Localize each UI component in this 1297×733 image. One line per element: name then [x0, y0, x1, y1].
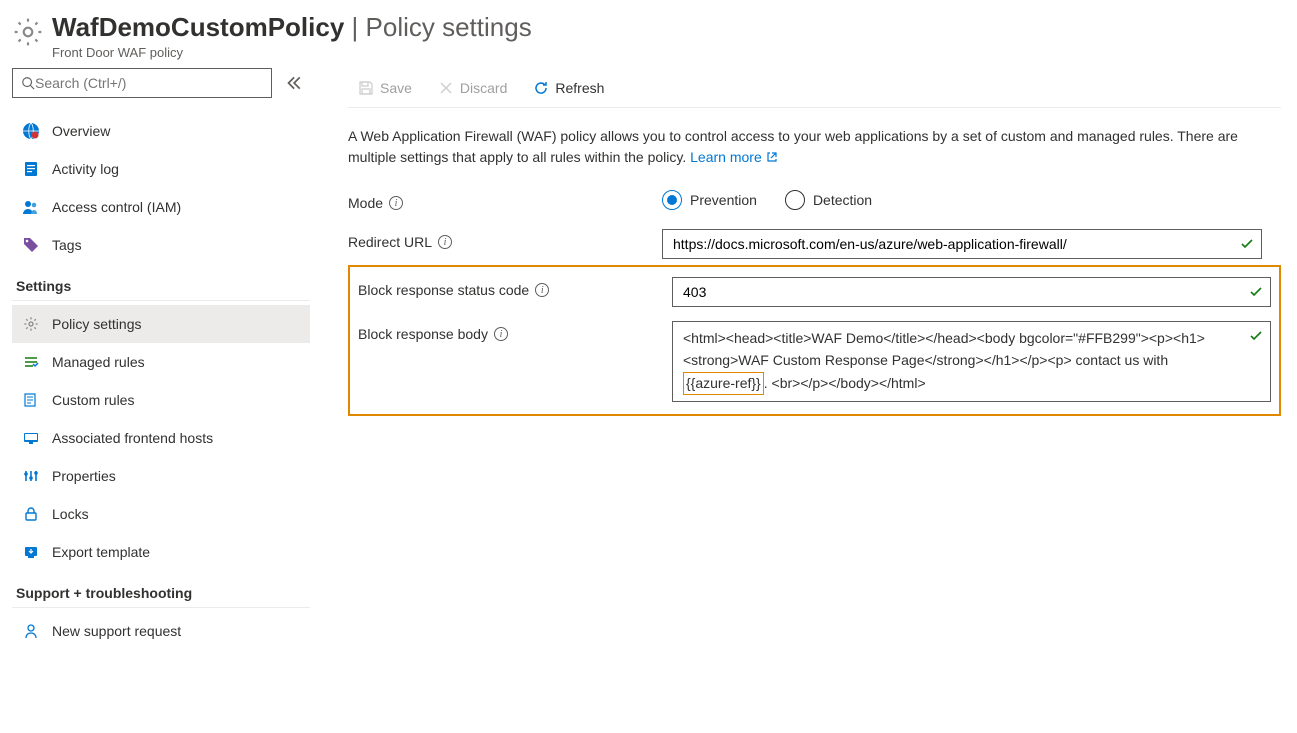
intro-text: A Web Application Firewall (WAF) policy …	[348, 126, 1268, 168]
sidebar-section-support: Support + troubleshooting	[12, 571, 310, 608]
learn-more-link[interactable]: Learn more	[690, 149, 777, 165]
info-icon[interactable]: i	[389, 196, 403, 210]
sidebar-item-label: Overview	[52, 123, 110, 139]
managed-rules-icon	[22, 353, 40, 371]
sidebar-item-locks[interactable]: Locks	[12, 495, 310, 533]
sidebar-item-policy-settings[interactable]: Policy settings	[12, 305, 310, 343]
response-body-row: Block response body i <html><head><title…	[358, 321, 1271, 402]
azure-ref-placeholder: {{azure-ref}}	[683, 372, 764, 396]
save-icon	[358, 80, 374, 96]
sidebar: Overview Activity log Access control (IA…	[12, 68, 320, 650]
check-icon	[1248, 328, 1264, 344]
sidebar-item-label: Activity log	[52, 161, 119, 177]
search-icon	[21, 76, 35, 90]
sidebar-item-label: Properties	[52, 468, 116, 484]
sidebar-item-label: New support request	[52, 623, 181, 639]
sidebar-item-activity-log[interactable]: Activity log	[12, 150, 310, 188]
info-icon[interactable]: i	[438, 235, 452, 249]
tag-icon	[22, 236, 40, 254]
discard-icon	[438, 80, 454, 96]
frontend-hosts-icon	[22, 429, 40, 447]
response-body-label: Block response body i	[358, 321, 672, 342]
mode-label: Mode i	[348, 190, 662, 211]
radio-label: Prevention	[690, 192, 757, 208]
sidebar-item-properties[interactable]: Properties	[12, 457, 310, 495]
status-code-label: Block response status code i	[358, 277, 672, 298]
export-icon	[22, 543, 40, 561]
status-code-row: Block response status code i	[358, 277, 1271, 307]
sidebar-item-access-control[interactable]: Access control (IAM)	[12, 188, 310, 226]
mode-row: Mode i Prevention Detection	[348, 190, 1281, 211]
save-label: Save	[380, 80, 412, 96]
sidebar-item-label: Custom rules	[52, 392, 134, 408]
search-input[interactable]	[35, 75, 263, 91]
check-icon	[1248, 284, 1264, 300]
mode-detection-radio[interactable]: Detection	[785, 190, 872, 210]
save-button[interactable]: Save	[348, 74, 422, 102]
response-body-text: <html><head><title>WAF Demo</title></hea…	[673, 322, 1270, 401]
sidebar-item-label: Policy settings	[52, 316, 141, 332]
sidebar-item-label: Export template	[52, 544, 150, 560]
info-icon[interactable]: i	[535, 283, 549, 297]
redirect-url-row: Redirect URL i	[348, 229, 1281, 259]
discard-label: Discard	[460, 80, 507, 96]
sidebar-item-support-request[interactable]: New support request	[12, 612, 310, 650]
lock-icon	[22, 505, 40, 523]
external-link-icon	[766, 151, 778, 163]
toolbar: Save Discard Refresh	[348, 68, 1281, 108]
gear-icon	[22, 315, 40, 333]
sidebar-item-label: Associated frontend hosts	[52, 430, 213, 446]
sidebar-item-frontend-hosts[interactable]: Associated frontend hosts	[12, 419, 310, 457]
page-subtitle: Front Door WAF policy	[52, 45, 1281, 60]
page-header: WafDemoCustomPolicy | Policy settings Fr…	[0, 0, 1297, 68]
sidebar-section-settings: Settings	[12, 264, 310, 301]
info-icon[interactable]: i	[494, 327, 508, 341]
redirect-url-label: Redirect URL i	[348, 229, 662, 250]
sidebar-item-label: Managed rules	[52, 354, 145, 370]
custom-rules-icon	[22, 391, 40, 409]
globe-icon	[22, 122, 40, 140]
sidebar-item-export-template[interactable]: Export template	[12, 533, 310, 571]
discard-button[interactable]: Discard	[428, 74, 517, 102]
properties-icon	[22, 467, 40, 485]
log-icon	[22, 160, 40, 178]
sidebar-item-overview[interactable]: Overview	[12, 112, 310, 150]
refresh-label: Refresh	[555, 80, 604, 96]
redirect-url-input[interactable]	[663, 230, 1261, 258]
highlighted-section: Block response status code i Block respo…	[348, 265, 1281, 416]
people-icon	[22, 198, 40, 216]
sidebar-item-label: Access control (IAM)	[52, 199, 181, 215]
main-content: Save Discard Refresh A Web Application F…	[320, 68, 1281, 650]
gear-icon	[12, 16, 44, 48]
mode-prevention-radio[interactable]: Prevention	[662, 190, 757, 210]
status-code-input[interactable]	[673, 278, 1270, 306]
sidebar-item-label: Locks	[52, 506, 89, 522]
collapse-sidebar-icon[interactable]	[284, 74, 302, 92]
refresh-icon	[533, 80, 549, 96]
sidebar-item-label: Tags	[52, 237, 82, 253]
page-title: WafDemoCustomPolicy | Policy settings	[52, 12, 1281, 43]
support-icon	[22, 622, 40, 640]
sidebar-item-tags[interactable]: Tags	[12, 226, 310, 264]
sidebar-item-custom-rules[interactable]: Custom rules	[12, 381, 310, 419]
refresh-button[interactable]: Refresh	[523, 74, 614, 102]
check-icon	[1239, 236, 1255, 252]
radio-label: Detection	[813, 192, 872, 208]
sidebar-search[interactable]	[12, 68, 272, 98]
response-body-input[interactable]: <html><head><title>WAF Demo</title></hea…	[672, 321, 1271, 402]
sidebar-item-managed-rules[interactable]: Managed rules	[12, 343, 310, 381]
